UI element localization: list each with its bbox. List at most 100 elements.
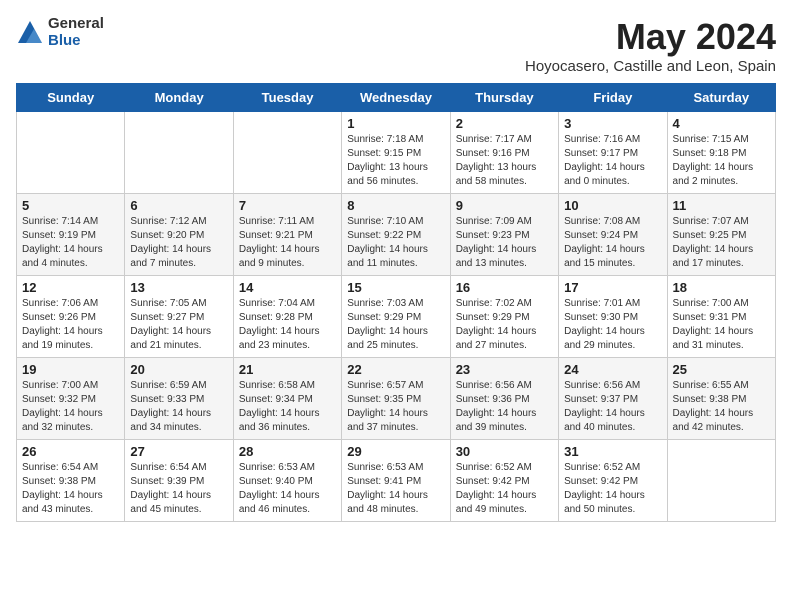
day-number: 12	[22, 280, 119, 295]
cell-info: Sunrise: 6:52 AMSunset: 9:42 PMDaylight:…	[456, 461, 553, 517]
logo-line1: General	[48, 16, 104, 33]
cell-info: Sunrise: 7:05 AMSunset: 9:27 PMDaylight:…	[130, 297, 227, 353]
day-number: 1	[347, 116, 444, 131]
day-number: 7	[239, 198, 336, 213]
table-cell: 10Sunrise: 7:08 AMSunset: 9:24 PMDayligh…	[559, 194, 667, 276]
day-number: 21	[239, 362, 336, 377]
table-cell: 17 Sunrise: 7:01 AMSunset: 9:30 PMDayligh…	[559, 276, 667, 358]
day-number: 3	[564, 116, 661, 131]
cell-info: Sunrise: 7:12 AMSunset: 9:20 PMDaylight:…	[130, 215, 227, 271]
cell-info: Sunrise: 7:00 AMSunset: 9:31 PMDaylight:…	[673, 297, 770, 353]
cell-info: Sunrise: 6:56 AMSunset: 9:37 PMDaylight:…	[564, 379, 661, 435]
day-number: 14	[239, 280, 336, 295]
cell-info: Sunrise: 7:16 AMSunset: 9:17 PMDaylight:…	[564, 133, 661, 189]
week-row-4: 19 Sunrise: 7:00 AMSunset: 9:32 PMDayligh…	[17, 358, 776, 440]
cell-info: Sunrise: 7:11 AMSunset: 9:21 PMDaylight:…	[239, 215, 336, 271]
header: General Blue May 2024 Hoyocasero, Castil…	[16, 16, 776, 75]
day-number: 8	[347, 198, 444, 213]
day-number: 23	[456, 362, 553, 377]
title-block: May 2024 Hoyocasero, Castille and Leon, …	[525, 16, 776, 75]
day-number: 19	[22, 362, 119, 377]
table-cell: 5Sunrise: 7:14 AMSunset: 9:19 PMDaylight…	[17, 194, 125, 276]
logo-line2: Blue	[48, 33, 104, 50]
table-cell: 7 Sunrise: 7:11 AMSunset: 9:21 PMDaylight…	[233, 194, 341, 276]
cell-info: Sunrise: 7:15 AMSunset: 9:18 PMDaylight:…	[673, 133, 770, 189]
cell-info: Sunrise: 6:52 AMSunset: 9:42 PMDaylight:…	[564, 461, 661, 517]
cell-info: Sunrise: 7:03 AMSunset: 9:29 PMDaylight:…	[347, 297, 444, 353]
cell-info: Sunrise: 6:59 AMSunset: 9:33 PMDaylight:…	[130, 379, 227, 435]
table-cell: 1Sunrise: 7:18 AMSunset: 9:15 PMDaylight…	[342, 112, 450, 194]
cell-info: Sunrise: 6:56 AMSunset: 9:36 PMDaylight:…	[456, 379, 553, 435]
table-cell: 24 Sunrise: 6:56 AMSunset: 9:37 PMDayligh…	[559, 358, 667, 440]
cell-info: Sunrise: 7:08 AMSunset: 9:24 PMDaylight:…	[564, 215, 661, 271]
table-cell: 19 Sunrise: 7:00 AMSunset: 9:32 PMDayligh…	[17, 358, 125, 440]
weekday-header-row: SundayMondayTuesdayWednesdayThursdayFrid…	[17, 84, 776, 112]
table-cell: 31 Sunrise: 6:52 AMSunset: 9:42 PMDayligh…	[559, 440, 667, 522]
week-row-1: 1Sunrise: 7:18 AMSunset: 9:15 PMDaylight…	[17, 112, 776, 194]
logo-text: General Blue	[48, 16, 104, 49]
week-row-3: 12 Sunrise: 7:06 AMSunset: 9:26 PMDayligh…	[17, 276, 776, 358]
week-row-2: 5Sunrise: 7:14 AMSunset: 9:19 PMDaylight…	[17, 194, 776, 276]
table-cell	[667, 440, 775, 522]
table-cell: 22 Sunrise: 6:57 AMSunset: 9:35 PMDayligh…	[342, 358, 450, 440]
weekday-header-wednesday: Wednesday	[342, 84, 450, 112]
calendar-table: SundayMondayTuesdayWednesdayThursdayFrid…	[16, 83, 776, 522]
table-cell: 30 Sunrise: 6:52 AMSunset: 9:42 PMDayligh…	[450, 440, 558, 522]
table-cell: 23 Sunrise: 6:56 AMSunset: 9:36 PMDayligh…	[450, 358, 558, 440]
cell-info: Sunrise: 7:17 AMSunset: 9:16 PMDaylight:…	[456, 133, 553, 189]
table-cell: 26Sunrise: 6:54 AMSunset: 9:38 PMDayligh…	[17, 440, 125, 522]
table-cell	[125, 112, 233, 194]
day-number: 31	[564, 444, 661, 459]
day-number: 29	[347, 444, 444, 459]
day-number: 30	[456, 444, 553, 459]
table-cell: 21 Sunrise: 6:58 AMSunset: 9:34 PMDayligh…	[233, 358, 341, 440]
weekday-header-sunday: Sunday	[17, 84, 125, 112]
cell-info: Sunrise: 7:09 AMSunset: 9:23 PMDaylight:…	[456, 215, 553, 271]
cell-info: Sunrise: 7:06 AMSunset: 9:26 PMDaylight:…	[22, 297, 119, 353]
day-number: 28	[239, 444, 336, 459]
table-cell: 3 Sunrise: 7:16 AMSunset: 9:17 PMDaylight…	[559, 112, 667, 194]
cell-info: Sunrise: 6:53 AMSunset: 9:41 PMDaylight:…	[347, 461, 444, 517]
day-number: 18	[673, 280, 770, 295]
day-number: 17	[564, 280, 661, 295]
cell-info: Sunrise: 6:57 AMSunset: 9:35 PMDaylight:…	[347, 379, 444, 435]
table-cell: 25 Sunrise: 6:55 AMSunset: 9:38 PMDayligh…	[667, 358, 775, 440]
cell-info: Sunrise: 6:55 AMSunset: 9:38 PMDaylight:…	[673, 379, 770, 435]
day-number: 2	[456, 116, 553, 131]
table-cell: 13 Sunrise: 7:05 AMSunset: 9:27 PMDayligh…	[125, 276, 233, 358]
table-cell: 4Sunrise: 7:15 AMSunset: 9:18 PMDaylight…	[667, 112, 775, 194]
cell-info: Sunrise: 6:54 AMSunset: 9:39 PMDaylight:…	[130, 461, 227, 517]
table-cell: 16Sunrise: 7:02 AMSunset: 9:29 PMDayligh…	[450, 276, 558, 358]
cell-info: Sunrise: 7:14 AMSunset: 9:19 PMDaylight:…	[22, 215, 119, 271]
logo-icon	[16, 19, 44, 47]
table-cell: 9 Sunrise: 7:09 AMSunset: 9:23 PMDaylight…	[450, 194, 558, 276]
table-cell: 15Sunrise: 7:03 AMSunset: 9:29 PMDayligh…	[342, 276, 450, 358]
day-number: 11	[673, 198, 770, 213]
logo: General Blue	[16, 16, 104, 49]
cell-info: Sunrise: 7:01 AMSunset: 9:30 PMDaylight:…	[564, 297, 661, 353]
month-title: May 2024	[525, 16, 776, 58]
cell-info: Sunrise: 7:07 AMSunset: 9:25 PMDaylight:…	[673, 215, 770, 271]
cell-info: Sunrise: 6:54 AMSunset: 9:38 PMDaylight:…	[22, 461, 119, 517]
table-cell: 27Sunrise: 6:54 AMSunset: 9:39 PMDayligh…	[125, 440, 233, 522]
cell-info: Sunrise: 7:10 AMSunset: 9:22 PMDaylight:…	[347, 215, 444, 271]
day-number: 25	[673, 362, 770, 377]
weekday-header-monday: Monday	[125, 84, 233, 112]
weekday-header-tuesday: Tuesday	[233, 84, 341, 112]
table-cell: 8 Sunrise: 7:10 AMSunset: 9:22 PMDaylight…	[342, 194, 450, 276]
day-number: 13	[130, 280, 227, 295]
table-cell: 11 Sunrise: 7:07 AMSunset: 9:25 PMDayligh…	[667, 194, 775, 276]
day-number: 22	[347, 362, 444, 377]
location-title: Hoyocasero, Castille and Leon, Spain	[525, 58, 776, 75]
cell-info: Sunrise: 6:58 AMSunset: 9:34 PMDaylight:…	[239, 379, 336, 435]
cell-info: Sunrise: 7:00 AMSunset: 9:32 PMDaylight:…	[22, 379, 119, 435]
table-cell: 14 Sunrise: 7:04 AMSunset: 9:28 PMDayligh…	[233, 276, 341, 358]
day-number: 16	[456, 280, 553, 295]
weekday-header-saturday: Saturday	[667, 84, 775, 112]
table-cell: 18 Sunrise: 7:00 AMSunset: 9:31 PMDayligh…	[667, 276, 775, 358]
cell-info: Sunrise: 7:04 AMSunset: 9:28 PMDaylight:…	[239, 297, 336, 353]
day-number: 24	[564, 362, 661, 377]
day-number: 20	[130, 362, 227, 377]
table-cell: 6Sunrise: 7:12 AMSunset: 9:20 PMDaylight…	[125, 194, 233, 276]
day-number: 9	[456, 198, 553, 213]
